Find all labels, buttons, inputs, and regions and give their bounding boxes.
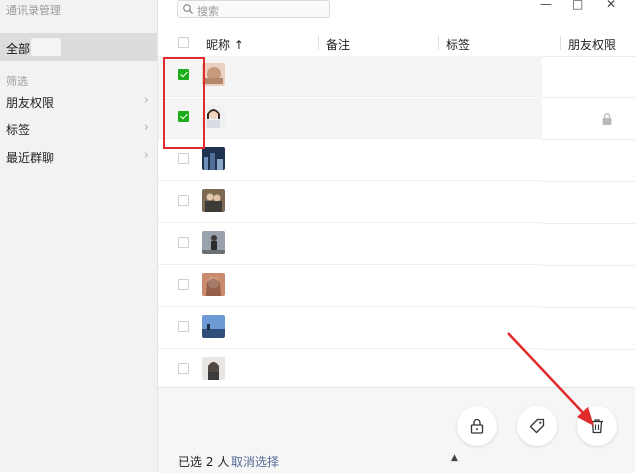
column-header-remark[interactable]: 备注 xyxy=(326,36,350,53)
row-checkbox[interactable] xyxy=(178,195,189,206)
avatar xyxy=(202,63,225,86)
row-divider xyxy=(542,223,635,224)
maximize-icon[interactable]: □ xyxy=(572,0,583,11)
table-row[interactable] xyxy=(158,224,542,265)
permission-lock-icon xyxy=(602,113,612,125)
lock-icon xyxy=(470,418,484,434)
selection-count: 2 xyxy=(205,455,214,469)
select-all-checkbox[interactable] xyxy=(178,37,189,48)
set-permission-button[interactable] xyxy=(457,406,497,446)
selection-info: 已选 2 人 xyxy=(178,453,229,470)
avatar xyxy=(202,189,225,212)
set-tag-button[interactable] xyxy=(517,406,557,446)
row-checkbox[interactable] xyxy=(178,279,189,290)
selection-prefix: 已选 xyxy=(178,455,203,469)
sidebar-item-tags[interactable]: 标签 › xyxy=(0,117,157,141)
row-checkbox[interactable] xyxy=(178,363,189,374)
column-divider xyxy=(318,36,319,50)
sidebar-item-label: 朋友权限 xyxy=(6,96,55,110)
column-header-friend-permission[interactable]: 朋友权限 xyxy=(568,36,616,53)
footer-bar xyxy=(158,387,635,473)
sidebar-item-label: 标签 xyxy=(6,123,31,137)
cancel-selection-link[interactable]: 取消选择 xyxy=(231,453,279,470)
row-divider xyxy=(542,265,635,266)
avatar xyxy=(202,357,225,380)
caret-up-icon: ▲ xyxy=(451,453,458,463)
row-divider xyxy=(542,181,635,182)
sidebar-item-recent-groups[interactable]: 最近群聊 › xyxy=(0,145,157,169)
row-divider xyxy=(158,138,542,139)
delete-button[interactable] xyxy=(577,406,617,446)
table-row[interactable] xyxy=(158,140,542,181)
search-input[interactable]: 搜索 xyxy=(177,0,330,18)
table-row[interactable] xyxy=(158,182,542,223)
row-divider xyxy=(158,264,542,265)
avatar xyxy=(202,147,225,170)
column-divider xyxy=(560,36,561,50)
row-checkbox[interactable] xyxy=(178,237,189,248)
sidebar-item-all-label: 全部 xyxy=(6,42,31,56)
close-icon[interactable]: ✕ xyxy=(606,0,616,11)
row-checkbox[interactable] xyxy=(178,321,189,332)
minimize-icon[interactable]: — xyxy=(540,0,552,11)
column-header-tags[interactable]: 标签 xyxy=(446,36,470,53)
row-divider xyxy=(158,180,542,181)
chevron-right-icon: › xyxy=(143,93,149,108)
table-row[interactable] xyxy=(158,98,542,139)
avatar xyxy=(202,105,225,128)
avatar xyxy=(202,273,225,296)
sidebar-item-all-count xyxy=(31,38,61,56)
annotation-highlight-box xyxy=(163,57,205,149)
row-divider xyxy=(542,349,635,350)
row-divider xyxy=(542,97,635,98)
app-title: 通讯录管理 xyxy=(6,4,61,17)
row-divider xyxy=(158,222,542,223)
selection-suffix: 人 xyxy=(217,455,230,469)
tag-icon xyxy=(529,418,545,434)
table-row[interactable] xyxy=(158,266,542,307)
sidebar-item-friend-permission[interactable]: 朋友权限 › xyxy=(0,90,157,114)
row-divider xyxy=(542,307,635,308)
row-divider xyxy=(158,96,542,97)
chevron-right-icon: › xyxy=(143,120,149,135)
table-row[interactable] xyxy=(158,350,542,391)
search-placeholder: 搜索 xyxy=(197,5,219,18)
avatar xyxy=(202,231,225,254)
filter-section-label: 筛选 xyxy=(6,75,28,88)
row-checkbox[interactable] xyxy=(178,153,189,164)
table-header: 昵称 ↑ 备注 标签 朋友权限 xyxy=(158,30,635,57)
column-header-nickname[interactable]: 昵称 ↑ xyxy=(206,36,244,53)
table-row[interactable] xyxy=(158,308,542,349)
sidebar-item-all[interactable]: 全部 xyxy=(0,33,157,61)
avatar xyxy=(202,315,225,338)
table-row[interactable] xyxy=(158,56,542,97)
row-divider xyxy=(542,139,635,140)
window-controls: — □ ✕ xyxy=(540,0,635,16)
search-icon xyxy=(183,4,193,14)
trash-icon xyxy=(591,419,603,434)
sidebar-item-label: 最近群聊 xyxy=(6,151,55,165)
chevron-right-icon: › xyxy=(143,148,149,163)
sidebar: 通讯录管理 全部 筛选 朋友权限 › 标签 › 最近群聊 › xyxy=(0,0,158,472)
column-divider xyxy=(438,36,439,50)
row-divider xyxy=(158,348,542,349)
row-divider xyxy=(158,306,542,307)
